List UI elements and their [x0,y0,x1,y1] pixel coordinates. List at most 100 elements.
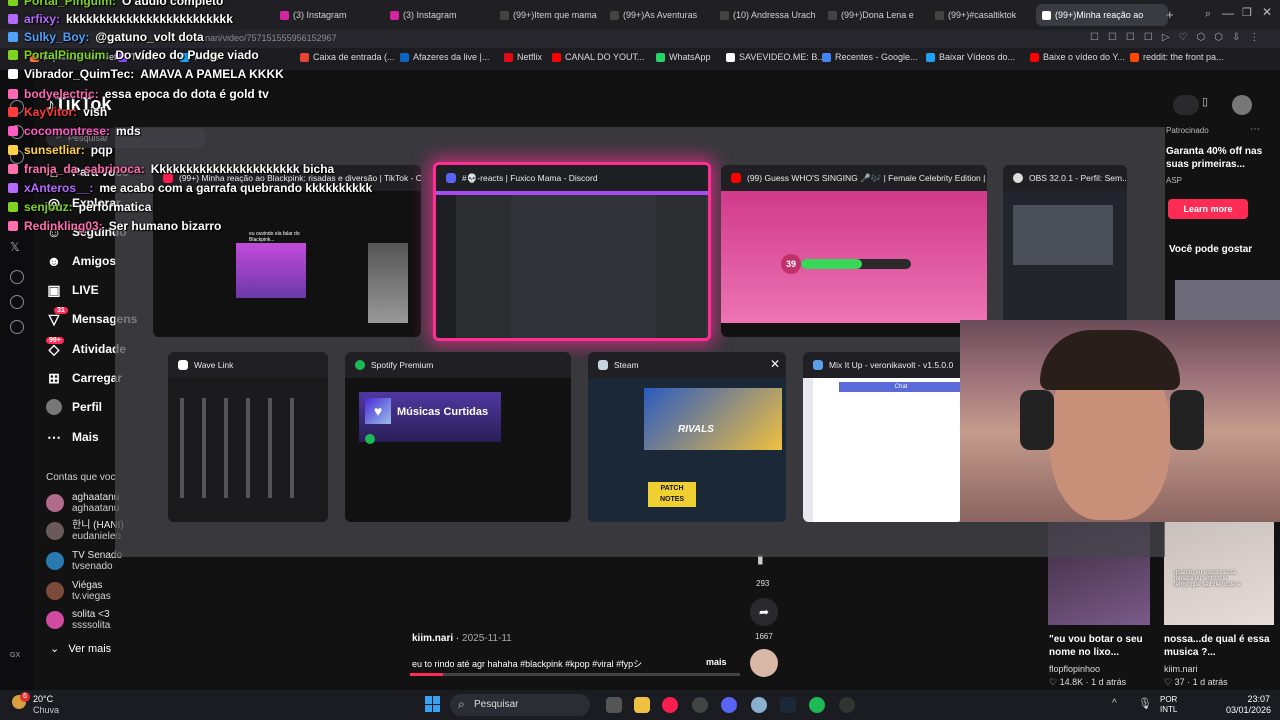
bookmark-item[interactable]: SAVEVIDEO.ME: B... [726,52,825,62]
browser-tab[interactable]: (3) Instagram [390,4,457,26]
app-icon[interactable] [751,697,767,713]
search-tabs-icon[interactable]: ⌕ [1205,8,1211,21]
suggestion-thumbnail[interactable]: quando eu escuto essa musica eu sinto qu… [1164,520,1274,625]
nav-live[interactable]: ▣ LIVE [46,282,98,298]
nav-activity[interactable]: ◇ Atividade 99+ [46,337,126,357]
chat-text: vish [83,105,108,119]
bookmark-item[interactable]: Caixa de entrada (... [300,52,395,62]
following-account[interactable]: TV Senado tvsenado [46,550,122,572]
clock[interactable]: 23:07 03/01/2026 [1226,694,1271,716]
avatar[interactable] [1232,95,1252,115]
chat-username: arfixy: [24,12,61,26]
more-options-icon[interactable]: ⋯ [1250,124,1260,135]
browser-tab[interactable]: (99+)As Aventuras [610,4,697,26]
x-icon[interactable]: 𝕏 [10,240,20,254]
language-indicator[interactable]: POR INTL [1160,695,1177,715]
gx-icon[interactable]: GX [10,652,20,659]
settings-icon[interactable] [10,320,24,334]
switcher-window-youtube[interactable]: (99) Guess WHO'S SINGING 🎤🎶 | Female Cel… [721,165,987,337]
caption-more-link[interactable]: mais [706,657,727,667]
close-icon[interactable]: ✕ [770,357,780,371]
file-explorer-icon[interactable] [634,697,650,713]
browser-tab[interactable]: (99+)Item que mama [500,4,597,26]
following-account[interactable]: aghaatanu aghaatanu [46,492,119,514]
avatar [46,552,64,570]
you-may-like-title: Você pode gostar [1169,244,1253,255]
browser-tab[interactable]: (10) Andressa Urach [720,4,816,26]
new-tab-button[interactable]: + [1166,7,1174,22]
video-progress-bar[interactable] [410,673,740,676]
chat-text: mds [116,124,141,138]
suggestion-title[interactable]: nossa...de qual é essa musica ?... [1164,633,1276,659]
windows-start-icon[interactable] [425,696,441,712]
taskbar-search[interactable]: ⌕ Pesquisar [450,694,590,716]
phone-icon[interactable]: ▯ [1202,95,1220,115]
suggestion-author[interactable]: kiim.nari [1164,664,1198,674]
chat-badge-icon [8,126,18,136]
weather-temp[interactable]: 20°C [33,694,53,704]
spotify-icon[interactable] [809,697,825,713]
bookmark-item[interactable]: WhatsApp [656,52,711,62]
switcher-window-discord[interactable]: #💀-reacts | Fuxico Mama - Discord [433,162,711,341]
suggestion-thumbnail[interactable] [1175,280,1280,320]
browser-tab-active[interactable]: (99+)Minha reação ao [1036,4,1168,26]
chat-message: senjouz: performatica [8,200,151,214]
share-icon[interactable]: ➦ [750,598,778,626]
bookmark-favicon-icon [726,52,735,62]
bookmark-item[interactable]: Baixe o vídeo do Y... [1030,52,1125,62]
following-account[interactable]: 한니 (HANI) eudanieleo [46,520,124,542]
steam-icon[interactable] [780,697,796,713]
switcher-window-obs[interactable]: OBS 32.0.1 - Perfil: Sem... [1003,165,1127,337]
sidebar-app-icon[interactable] [10,295,24,309]
activity-badge: 99+ [46,337,64,344]
bookmark-item[interactable]: Baixar Vídeos do... [926,52,1015,62]
see-more-link[interactable]: ⌄ Ver mais [50,642,111,655]
following-account[interactable]: Viégas tv.viegas [46,580,111,602]
learn-more-button[interactable]: Learn more [1168,199,1248,219]
bookmark-item[interactable]: reddit: the front pa... [1130,52,1224,62]
extension-icons[interactable]: ☐☐☐☐▷♡⬡⬡⇩⋮ [1090,32,1268,43]
bookmark-item[interactable]: Afazeres da live |... [400,52,489,62]
switcher-window-mix-it-up[interactable]: Mix It Up - veronikavolt - v1.5.0.0 Chat [803,352,963,522]
windows-taskbar: 6 20°C Chuva ⌕ Pesquisar ^ 🎙 POR INTL 23:… [0,690,1280,720]
discord-icon[interactable] [721,697,737,713]
top-action-button[interactable] [1173,95,1199,115]
nav-more[interactable]: ⋯ Mais [46,429,99,445]
browser-tab[interactable]: (99+)Dona Lena e [828,4,914,26]
obs-icon[interactable] [839,697,855,713]
opera-gx-icon[interactable] [662,697,678,713]
chat-message: arfixy: kkkkkkkkkkkkkkkkkkkkkkkkk [8,12,233,26]
browser-tab[interactable]: (3) Instagram [280,4,347,26]
suggestion-author[interactable]: flopflopinhoo [1049,664,1100,674]
minimize-button[interactable]: — [1222,6,1234,20]
ad-text: suas primeiras... [1166,159,1245,170]
avatar[interactable] [750,649,778,677]
microphone-icon[interactable]: 🎙 [1138,697,1152,710]
switcher-window-wave-link[interactable]: Wave Link [168,352,328,522]
bookmark-item[interactable]: Netflix [504,52,542,62]
nav-friends[interactable]: ☻ Amigos [46,253,116,269]
nav-upload[interactable]: ⊞ Carregar [46,370,122,386]
search-icon: ⌕ [458,697,465,711]
bookmark-item[interactable]: CANAL DO YOUT... [552,52,645,62]
bookmark-item[interactable]: Recentes - Google... [822,52,918,62]
obs-icon [1013,173,1023,183]
following-account[interactable]: solita <3 ssssolita [46,609,110,631]
sidebar-history-icon[interactable] [10,270,24,284]
address-text[interactable]: nari/video/757151555956152967 [205,33,337,43]
chevron-up-icon[interactable]: ^ [1112,698,1117,709]
video-author-line[interactable]: kiim.nari · 2025-11-11 [412,633,512,644]
suggestion-title[interactable]: "eu vou botar o seu nome no lixo... [1049,633,1159,659]
nav-profile[interactable]: Perfil [46,399,102,415]
app-icon[interactable] [692,697,708,713]
maximize-button[interactable]: ❐ [1242,6,1252,19]
close-window-button[interactable]: ✕ [1262,5,1272,19]
switcher-window-spotify[interactable]: Spotify Premium ♥ Músicas Curtidas [345,352,571,522]
chat-text: O áudio completo [122,0,224,8]
bookmark-favicon-icon [1130,52,1139,62]
switcher-window-steam[interactable]: Steam ✕ RIVALS PATCH NOTES [588,352,786,522]
browser-tab[interactable]: (99+)#casaltiktok [935,4,1016,26]
task-view-icon[interactable] [606,697,622,713]
chat-text: me acabo com a garrafa quebrando kkkkkkk… [99,181,373,195]
weather-desc[interactable]: Chuva [33,705,59,715]
